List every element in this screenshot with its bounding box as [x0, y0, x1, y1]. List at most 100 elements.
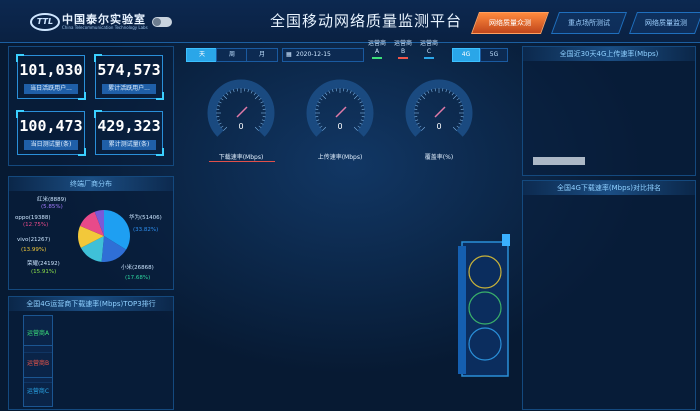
tab-label: 网络质量监测: [645, 19, 687, 27]
gauge-tick: [261, 104, 265, 107]
gauge-tick: [349, 90, 352, 94]
stat-label: 累计活跃用户...: [102, 84, 156, 94]
stat-card-total-tests: 429,323 累计测试量(条): [94, 110, 164, 156]
tab-label: 网络质量众测: [489, 19, 531, 27]
panel-title: 全国4G运营商下载速率(Mbps)TOP3排行: [9, 297, 173, 311]
operator-label: 运营商B: [393, 40, 412, 55]
gauge-tick: [357, 98, 361, 101]
gauge-tick: [445, 89, 448, 93]
vendor-name: 红米: [37, 197, 49, 203]
operator-label: 运营商A: [367, 40, 386, 55]
gauge-tick: [360, 104, 364, 107]
pie-pct-xiaomi: (17.68%): [125, 275, 151, 281]
page-title: 全国移动网络质量监测平台: [270, 12, 463, 30]
gauge-tick: [325, 92, 328, 96]
header-bar: TTL 中国泰尔实验室 China Telecommunication Tech…: [0, 0, 700, 43]
logo-name-en: China Telecommunication Technology Labs: [62, 25, 148, 30]
operator-c-toggle[interactable]: 运营商C: [418, 40, 440, 60]
gauge-tick: [218, 101, 222, 104]
stat-card-daily-active: 101,030 当日活跃用户...: [16, 54, 86, 100]
gauge-tick: [254, 95, 259, 100]
pie-pct-oppo: (12.75%): [23, 222, 49, 228]
pie-label-xiaomi: 小米(26868): [121, 265, 154, 271]
gauge-tick: [226, 92, 229, 96]
pie-pct-vivo: (13.99%): [21, 247, 47, 253]
gauge-tick: [359, 101, 363, 104]
gauge-tick: [322, 95, 327, 100]
tab-network-crowdtest[interactable]: 网络质量众测: [470, 12, 550, 34]
vendor-pct: 17.68%: [127, 275, 149, 281]
period-week-button[interactable]: 周: [216, 48, 248, 62]
download-gauge: [207, 79, 275, 137]
stat-label: 当日测试量(条): [24, 140, 78, 150]
panel-title: 终端厂商分布: [9, 177, 173, 191]
gauge-tick: [223, 95, 228, 100]
gauge-tick: [430, 89, 433, 93]
rank-item-c: 运营商C: [23, 377, 53, 407]
stats-panel: 101,030 当日活跃用户... 574,573 累计活跃用户... 100,…: [8, 46, 174, 166]
pie-pct-honor: (15.91%): [31, 269, 57, 275]
vendor-name: 华为: [129, 215, 141, 221]
calendar-icon: ▦: [286, 51, 292, 58]
theme-toggle[interactable]: [152, 17, 172, 27]
download-gauge-label: 下载速率(Mbps): [218, 154, 264, 161]
gauge-tick: [353, 95, 358, 100]
panel-title: 全国4G下载速率(Mbps)对比排名: [523, 181, 695, 195]
tab-key-venue-test[interactable]: 重点场所测试: [550, 12, 628, 34]
download-gauge-value: 0: [238, 122, 244, 131]
panel-title: 全国近30天4G上传速率(Mbps): [523, 47, 695, 61]
upload-gauge-label: 上传速率(Mbps): [317, 154, 363, 161]
pie-label-huawei: 华为(51406): [129, 215, 162, 221]
operator-b-toggle[interactable]: 运营商B: [392, 40, 414, 60]
gauge-tick: [260, 101, 264, 104]
gauge-tick: [456, 98, 460, 101]
operator-swatch: [424, 57, 434, 59]
download-underline: [209, 161, 275, 162]
gauge-tick: [261, 119, 265, 122]
gauge-tick: [217, 119, 221, 122]
vendor-count: 51406: [142, 215, 160, 221]
scroll-slider[interactable]: [533, 157, 585, 165]
period-month-button[interactable]: 月: [246, 48, 278, 62]
period-day-button[interactable]: 天: [186, 48, 218, 62]
gauge-tick: [459, 104, 463, 107]
stat-label: 累计测试量(条): [102, 140, 156, 150]
network-4g-button[interactable]: 4G: [452, 48, 480, 62]
gauge-tick: [418, 98, 422, 101]
gauge-tick: [250, 90, 253, 94]
gauge-tick: [415, 104, 419, 107]
vendor-name: vivo: [17, 237, 29, 243]
gauge-tick: [427, 90, 430, 94]
tab-network-monitor[interactable]: 网络质量监测: [628, 12, 700, 34]
upload-trend-panel: 全国近30天4G上传速率(Mbps): [522, 46, 696, 176]
gauge-tick: [452, 95, 457, 100]
date-picker[interactable]: ▦ 2020-12-15: [282, 48, 364, 62]
gauge-tick: [424, 92, 427, 96]
operator-swatch: [398, 57, 408, 59]
gauge-tick: [458, 101, 462, 104]
vendor-pct: 13.99%: [23, 247, 45, 253]
gauge-tick: [229, 90, 232, 94]
vendor-count: 26868: [134, 265, 152, 271]
pie-label-oppo: oppo(19388): [15, 215, 51, 221]
top3-ranking-panel: 全国4G运营商下载速率(Mbps)TOP3排行 运营商A 运营商B 运营商C: [8, 296, 174, 410]
pie-slices: [78, 210, 130, 262]
vendor-name: 荣耀: [27, 261, 39, 267]
vendor-pct: 12.75%: [25, 222, 47, 228]
vendor-count: 24192: [40, 261, 58, 267]
network-5g-button[interactable]: 5G: [480, 48, 508, 62]
gauge-tick: [421, 95, 426, 100]
date-value: 2020-12-15: [296, 51, 331, 58]
gauge-tick: [316, 104, 320, 107]
pie-pct-hongmi: (5.85%): [41, 204, 63, 210]
gauge-tick: [448, 90, 451, 94]
operator-a-toggle[interactable]: 运营商A: [366, 40, 388, 60]
pie-label-hongmi: 红米(8889): [37, 197, 67, 203]
gauge-tick: [319, 98, 323, 101]
pie-label-vivo: vivo(21267): [17, 237, 51, 243]
gauge-tick: [220, 98, 224, 101]
gauge-tick: [316, 119, 320, 122]
stat-label: 当日活跃用户...: [24, 84, 78, 94]
operator-label: 运营商C: [419, 40, 438, 55]
gauge-tick: [416, 101, 420, 104]
